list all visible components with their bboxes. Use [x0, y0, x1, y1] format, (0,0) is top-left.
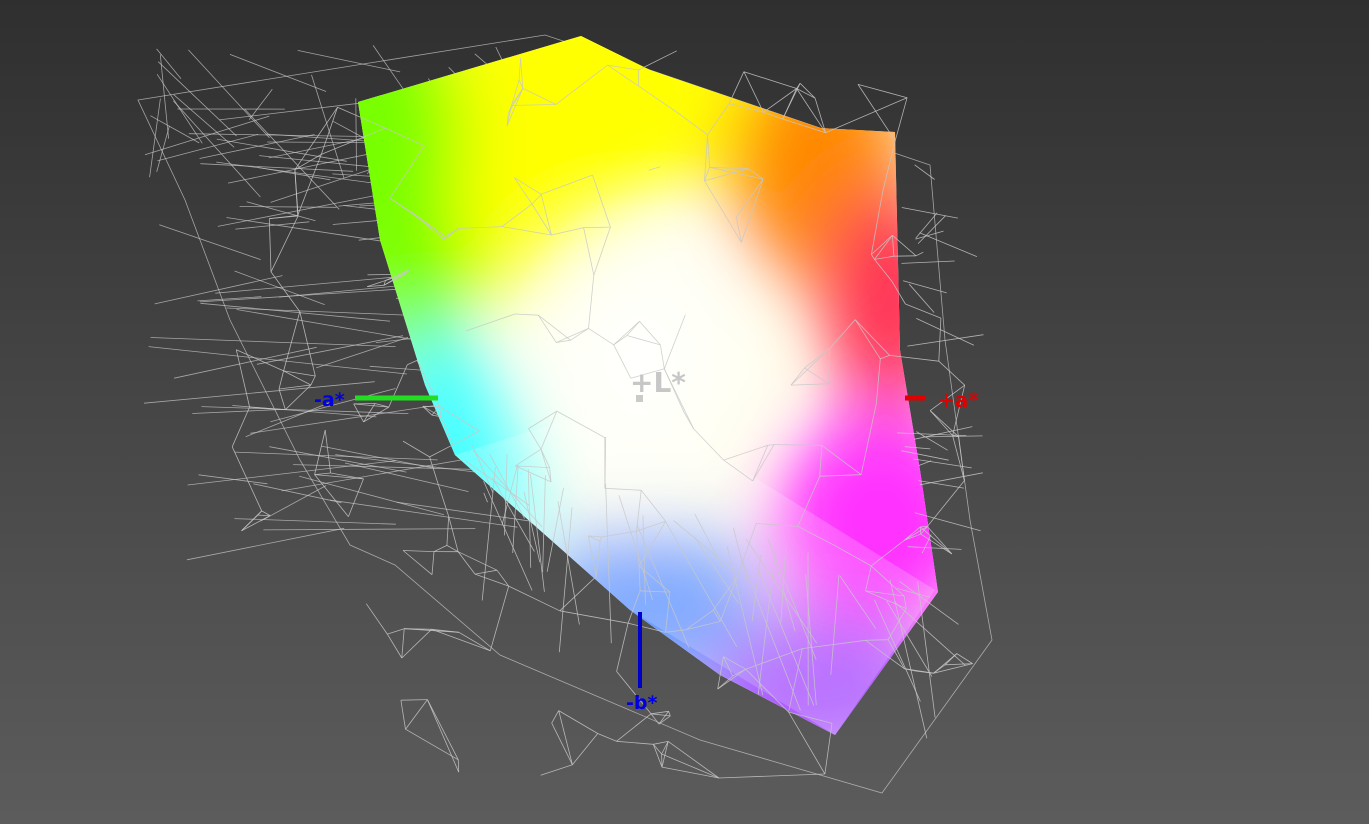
gamut-3d-viewport[interactable]: +L* +a* -a* -b* [0, 0, 1369, 824]
a-minus-axis-label: -a* [314, 389, 345, 411]
gamut-canvas: +L* +a* -a* -b* [137, 34, 993, 794]
b-minus-axis-label: -b* [626, 692, 657, 714]
a-plus-axis-label: +a* [938, 388, 979, 412]
l-plus-axis-label: +L* [630, 366, 686, 399]
